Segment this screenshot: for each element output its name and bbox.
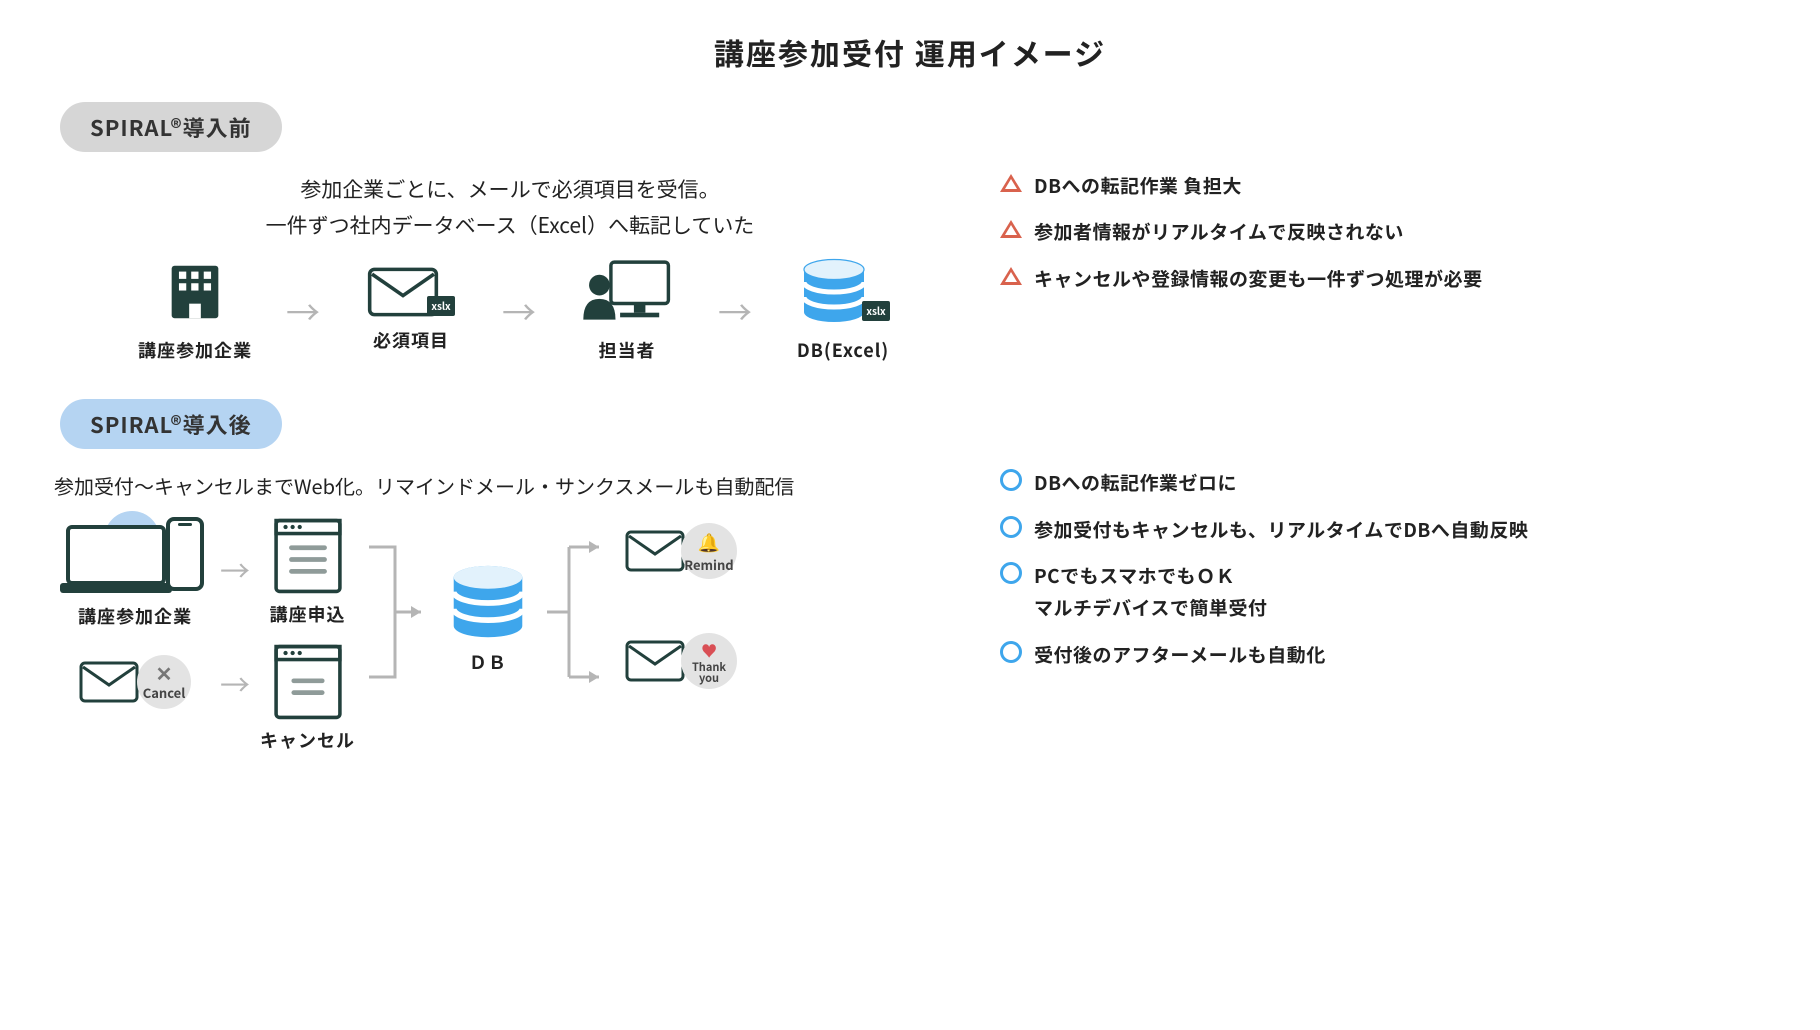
building-icon: [160, 257, 230, 327]
benefit-item: 参加受付もキャンセルも、リアルタイムでDBへ自動反映: [1000, 514, 1770, 546]
thankyou-mail-icon: ♥ Thank you: [625, 633, 737, 689]
label-cancel: キャンセル: [260, 727, 355, 753]
merge-bracket-icon: [365, 517, 435, 707]
benefit-item: PCでもスマホでもＯＫ マルチデバイスで簡単受付: [1000, 560, 1770, 625]
label-apply: 講座申込: [270, 601, 346, 627]
before-flow: 講座参加企業 → xslx 必須項目 →: [120, 257, 970, 363]
circle-ok-icon: [1000, 516, 1022, 538]
after-benefits: DBへの転記作業ゼロに 参加受付もキャンセルも、リアルタイムでDBへ自動反映 P…: [1000, 459, 1770, 684]
cancel-badge-label: Cancel: [143, 683, 186, 702]
arrow-icon: →: [286, 286, 320, 335]
benefit-item: DBへの転記作業ゼロに: [1000, 467, 1770, 499]
issue-item: キャンセルや登録情報の変更も一件ずつ処理が必要: [1000, 263, 1770, 295]
circle-ok-icon: [1000, 641, 1022, 663]
circle-ok-icon: [1000, 562, 1022, 584]
label-db: ＤＢ: [469, 649, 507, 675]
warning-triangle-icon: [1000, 265, 1022, 287]
benefit-text: DBへの転記作業ゼロに: [1034, 467, 1237, 499]
xslx-badge: xslx: [427, 296, 454, 316]
arrow-icon: →: [220, 661, 250, 705]
issue-text: 参加者情報がリアルタイムで反映されない: [1034, 216, 1404, 248]
cancel-envelope-icon: ✕ Cancel: [79, 655, 191, 709]
label-db-excel: DB(Excel): [797, 337, 889, 363]
label-required: 必須項目: [373, 327, 449, 353]
xslx-badge: xslx: [862, 301, 889, 321]
badge-after: SPIRAL®導入後: [60, 399, 282, 449]
issue-item: 参加者情報がリアルタイムで反映されない: [1000, 216, 1770, 248]
label-staff: 担当者: [599, 337, 656, 363]
split-bracket-icon: [541, 517, 615, 707]
badge-before: SPIRAL®導入前: [60, 102, 282, 152]
section-after: 参加受付〜キャンセルまでWeb化。リマインドメール・サンクスメールも自動配信 講: [50, 459, 1770, 753]
thankyou-label: Thank you: [692, 662, 726, 685]
database-excel-icon: xslx: [796, 257, 889, 327]
before-issues: DBへの転記作業 負担大 参加者情報がリアルタイムで反映されない キャンセルや登…: [1000, 162, 1770, 309]
bell-icon: 🔔: [698, 529, 720, 555]
form-cancel-icon: [272, 643, 344, 721]
remind-label: Remind: [684, 555, 733, 574]
after-description: 参加受付〜キャンセルまでWeb化。リマインドメール・サンクスメールも自動配信: [54, 469, 970, 503]
form-apply-icon: [272, 517, 344, 595]
issue-text: DBへの転記作業 負担大: [1034, 170, 1242, 202]
arrow-icon: →: [220, 547, 250, 591]
benefit-text: PCでもスマホでもＯＫ マルチデバイスで簡単受付: [1034, 560, 1267, 625]
page-title: 講座参加受付 運用イメージ: [50, 30, 1770, 74]
benefit-text: 参加受付もキャンセルも、リアルタイムでDBへ自動反映: [1034, 514, 1528, 546]
before-desc-line2: 一件ずつ社内データベース（Excel）へ転記していた: [266, 210, 755, 240]
issue-item: DBへの転記作業 負担大: [1000, 170, 1770, 202]
staff-icon: [581, 257, 673, 327]
after-flow: 講座参加企業 ✕ Cancel → →: [60, 517, 970, 753]
section-before: 参加企業ごとに、メールで必須項目を受信。 一件ずつ社内データベース（Excel）…: [50, 162, 1770, 363]
devices-icon: [60, 517, 210, 597]
warning-triangle-icon: [1000, 218, 1022, 240]
label-company-after: 講座参加企業: [78, 603, 192, 629]
warning-triangle-icon: [1000, 172, 1022, 194]
database-icon: [445, 563, 531, 643]
arrow-icon: →: [718, 286, 752, 335]
remind-mail-icon: 🔔 Remind: [625, 523, 737, 579]
envelope-xslx-icon: xslx: [367, 267, 454, 317]
issue-text: キャンセルや登録情報の変更も一件ずつ処理が必要: [1034, 263, 1483, 295]
before-desc-line1: 参加企業ごとに、メールで必須項目を受信。: [300, 174, 719, 204]
benefit-text: 受付後のアフターメールも自動化: [1034, 639, 1326, 671]
before-description: 参加企業ごとに、メールで必須項目を受信。 一件ずつ社内データベース（Excel）…: [50, 172, 970, 243]
benefit-item: 受付後のアフターメールも自動化: [1000, 639, 1770, 671]
arrow-icon: →: [502, 286, 536, 335]
circle-ok-icon: [1000, 469, 1022, 491]
x-icon: ✕: [156, 663, 173, 683]
label-company: 講座参加企業: [138, 337, 252, 363]
